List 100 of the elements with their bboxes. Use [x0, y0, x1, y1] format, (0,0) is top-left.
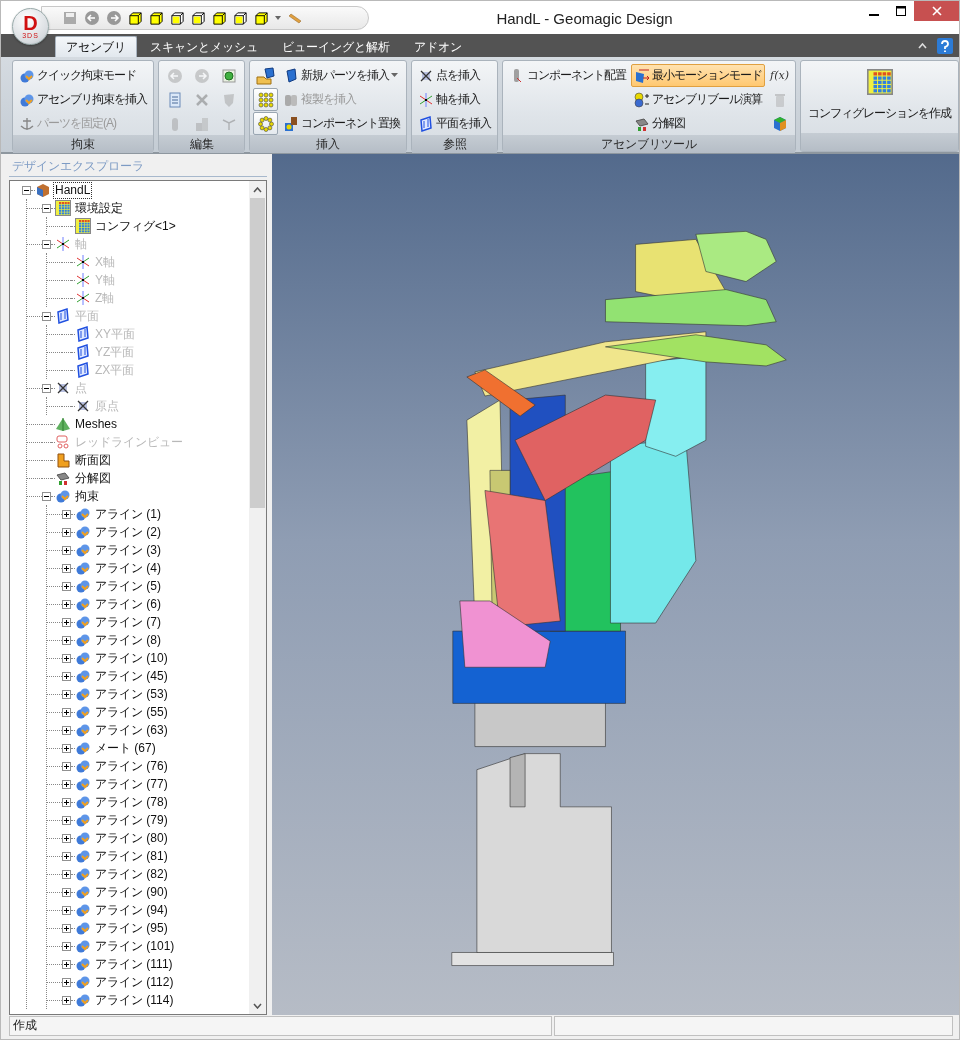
- expand-toggle[interactable]: [62, 995, 71, 1005]
- plus-icon: [63, 762, 70, 770]
- tree-item[interactable]: 拘束: [74, 488, 100, 504]
- expand-toggle[interactable]: [62, 725, 71, 735]
- expand-toggle[interactable]: [62, 833, 71, 843]
- tree-item[interactable]: アライン (1): [94, 506, 162, 522]
- ribbon-button[interactable]: 新規パーツを挿入: [280, 64, 403, 87]
- ribbon-button[interactable]: コンポーネント置換: [280, 112, 403, 135]
- tree-item[interactable]: アライン (4): [94, 560, 162, 576]
- assembly-icon: [35, 182, 51, 198]
- delete-icon: [193, 91, 210, 108]
- tree-item[interactable]: アライン (5): [94, 578, 162, 594]
- tree-item[interactable]: アライン (78): [94, 794, 169, 810]
- tree-item[interactable]: アライン (2): [94, 524, 162, 540]
- ribbon-button[interactable]: アセンブリブール演算: [631, 88, 765, 111]
- tree-item[interactable]: アライン (79): [94, 812, 169, 828]
- ribbon-button[interactable]: 軸を挿入: [415, 88, 494, 111]
- expand-toggle[interactable]: [62, 797, 71, 807]
- tree-item[interactable]: アライン (95): [94, 920, 169, 936]
- expand-toggle[interactable]: [62, 977, 71, 987]
- ribbon-button[interactable]: 点を挿入: [415, 64, 494, 87]
- plus-icon: [63, 852, 70, 860]
- expand-toggle[interactable]: [62, 653, 71, 663]
- tree-item[interactable]: アライン (3): [94, 542, 162, 558]
- expand-toggle[interactable]: [62, 815, 71, 825]
- expand-toggle[interactable]: [62, 905, 71, 915]
- tree-item[interactable]: アライン (53): [94, 686, 169, 702]
- tree-item[interactable]: アライン (77): [94, 776, 169, 792]
- expand-toggle[interactable]: [62, 779, 71, 789]
- expand-toggle[interactable]: [62, 581, 71, 591]
- expand-toggle[interactable]: [62, 617, 71, 627]
- ribbon-tab[interactable]: ビューイングと解析: [271, 36, 401, 57]
- expand-toggle[interactable]: [62, 707, 71, 717]
- ribbon-button[interactable]: アセンブリ拘束を挿入: [16, 88, 150, 111]
- tree-item[interactable]: アライン (114): [94, 992, 175, 1008]
- tree-item[interactable]: アライン (101): [94, 938, 176, 954]
- expand-toggle[interactable]: [62, 743, 71, 753]
- expand-toggle[interactable]: [62, 509, 71, 519]
- ribbon-tool-button[interactable]: [253, 64, 278, 87]
- plus-icon: [63, 618, 70, 626]
- tree-item[interactable]: アライン (111): [94, 956, 174, 972]
- 3d-viewport[interactable]: [272, 154, 959, 1015]
- tree-item[interactable]: アライン (10): [94, 650, 169, 666]
- expand-toggle[interactable]: [62, 545, 71, 555]
- expand-toggle[interactable]: [62, 923, 71, 933]
- tree-item[interactable]: アライン (90): [94, 884, 169, 900]
- expand-toggle[interactable]: [62, 869, 71, 879]
- function-button[interactable]: f(x): [767, 64, 792, 87]
- collapse-toggle[interactable]: [42, 203, 51, 213]
- cube-icon: [233, 10, 248, 26]
- collapse-toggle[interactable]: [22, 185, 31, 195]
- scrollbar-thumb[interactable]: [250, 198, 265, 508]
- expand-toggle[interactable]: [62, 887, 71, 897]
- ribbon-button[interactable]: 最小モーションモード: [631, 64, 765, 87]
- constraint-icon: [75, 938, 91, 954]
- expand-toggle[interactable]: [62, 563, 71, 573]
- expand-toggle[interactable]: [62, 851, 71, 861]
- undo-icon: [84, 10, 100, 26]
- tree-item[interactable]: 環境設定: [74, 200, 124, 216]
- tree-item[interactable]: 断面図: [74, 452, 112, 468]
- tree-item[interactable]: メート (67): [94, 740, 157, 756]
- expand-toggle[interactable]: [62, 761, 71, 771]
- ribbon-tab[interactable]: アセンブリ: [55, 36, 137, 57]
- tree-item[interactable]: アライン (55): [94, 704, 169, 720]
- expand-toggle[interactable]: [62, 941, 71, 951]
- ribbon-button[interactable]: コンポーネント配置: [506, 64, 629, 87]
- constraint-icon: [75, 542, 91, 558]
- constraint-icon: [75, 632, 91, 648]
- collapse-toggle[interactable]: [42, 491, 51, 501]
- ribbon-tool-button[interactable]: [253, 112, 278, 135]
- scrollbar[interactable]: [249, 181, 266, 1014]
- ribbon-button[interactable]: クイック拘束モード: [16, 64, 150, 87]
- tree-item[interactable]: アライン (8): [94, 632, 162, 648]
- ribbon-large-button[interactable]: コンフィグレーションを作成: [804, 64, 955, 127]
- tree-item[interactable]: アライン (80): [94, 830, 169, 846]
- expand-toggle[interactable]: [62, 689, 71, 699]
- tree-item[interactable]: アライン (94): [94, 902, 169, 918]
- tree-item[interactable]: アライン (76): [94, 758, 169, 774]
- tree-item[interactable]: アライン (63): [94, 722, 169, 738]
- ribbon-tab[interactable]: アドオン: [403, 36, 473, 57]
- tree-item[interactable]: 分解図: [74, 470, 112, 486]
- tree-item[interactable]: アライン (112): [94, 974, 175, 990]
- tree-item[interactable]: アライン (7): [94, 614, 162, 630]
- tree-item[interactable]: アライン (6): [94, 596, 162, 612]
- ribbon-button[interactable]: 分解図: [631, 112, 765, 135]
- tree-item[interactable]: アライン (82): [94, 866, 169, 882]
- expand-toggle[interactable]: [62, 527, 71, 537]
- ribbon-button[interactable]: 平面を挿入: [415, 112, 494, 135]
- tree-item[interactable]: アライン (45): [94, 668, 169, 684]
- axis-icon: [418, 91, 434, 108]
- tree-item[interactable]: コンフィグ<1>: [94, 218, 177, 234]
- expand-toggle[interactable]: [62, 959, 71, 969]
- expand-toggle[interactable]: [62, 635, 71, 645]
- tree-item[interactable]: Meshes: [74, 416, 119, 432]
- tree-item[interactable]: HandL: [54, 182, 92, 198]
- ribbon-tab[interactable]: スキャンとメッシュ: [139, 36, 269, 57]
- expand-toggle[interactable]: [62, 671, 71, 681]
- expand-toggle[interactable]: [62, 599, 71, 609]
- tree-item[interactable]: アライン (81): [94, 848, 169, 864]
- plus-icon: [63, 708, 70, 716]
